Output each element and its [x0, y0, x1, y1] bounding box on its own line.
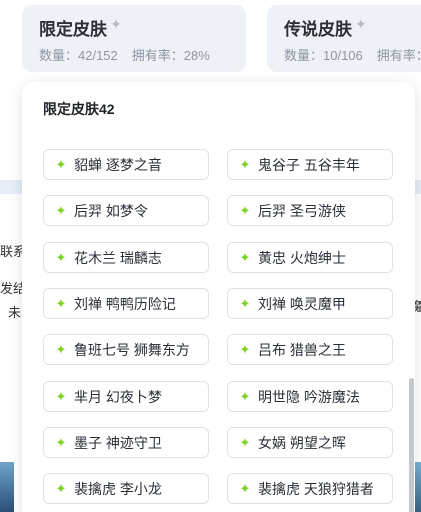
skin-name: 女娲 朔望之晖 — [258, 434, 346, 451]
popup-title: 限定皮肤42 — [43, 99, 115, 119]
star-icon: ✦ — [55, 389, 67, 404]
skin-name: 刘禅 唤灵魔甲 — [258, 295, 346, 312]
skin-item[interactable]: ✦ 芈月 幻夜卜梦 — [43, 381, 209, 412]
skin-item[interactable]: ✦ 花木兰 瑞麟志 — [43, 242, 209, 273]
skin-name: 鲁班七号 狮舞东方 — [74, 341, 190, 358]
count-label: 数量：10/106 — [284, 48, 363, 63]
popup-title-text: 限定皮肤 — [43, 101, 99, 117]
skin-name: 吕布 猎兽之王 — [258, 341, 346, 358]
star-icon: ✦ — [239, 481, 251, 496]
background-image — [0, 462, 14, 512]
skin-item[interactable]: ✦ 明世隐 吟游魔法 — [227, 381, 393, 412]
star-icon: ✦ — [55, 203, 67, 218]
skin-name: 明世隐 吟游魔法 — [258, 388, 360, 405]
star-icon: ✦ — [55, 157, 67, 172]
skin-name: 刘禅 鸭鸭历险记 — [74, 295, 176, 312]
star-icon: ✦ — [239, 296, 251, 311]
skin-item[interactable]: ✦ 后羿 如梦令 — [43, 195, 209, 226]
count-label: 数量：42/152 — [39, 48, 118, 63]
skin-name: 后羿 圣弓游侠 — [258, 202, 346, 219]
sparkle-icon: ✦ — [110, 16, 122, 32]
card-stats: 数量：42/152 拥有率：28% — [39, 45, 210, 64]
star-icon: ✦ — [239, 203, 251, 218]
rate-label: 拥有率：28% — [131, 48, 210, 63]
star-icon: ✦ — [55, 296, 67, 311]
skin-item[interactable]: ✦ 黄忠 火炮绅士 — [227, 242, 393, 273]
skin-name: 鬼谷子 五谷丰年 — [258, 156, 360, 173]
skin-item[interactable]: ✦ 刘禅 鸭鸭历险记 — [43, 288, 209, 319]
skin-name: 裴擒虎 天狼狩猎者 — [258, 480, 374, 497]
skin-item[interactable]: ✦ 吕布 猎兽之王 — [227, 334, 393, 365]
star-icon: ✦ — [239, 157, 251, 172]
skin-name: 黄忠 火炮绅士 — [258, 249, 346, 266]
skin-name: 裴擒虎 李小龙 — [74, 480, 162, 497]
popup-count: 42 — [99, 101, 115, 117]
skin-item[interactable]: ✦ 裴擒虎 李小龙 — [43, 473, 209, 504]
skin-item[interactable]: ✦ 鲁班七号 狮舞东方 — [43, 334, 209, 365]
skin-item[interactable]: ✦ 貂蝉 逐梦之音 — [43, 149, 209, 180]
background-text: 未 — [8, 305, 22, 320]
star-icon: ✦ — [239, 342, 251, 357]
rate-label: 拥有率： — [376, 48, 421, 63]
star-icon: ✦ — [239, 389, 251, 404]
skin-name: 花木兰 瑞麟志 — [74, 249, 162, 266]
skin-item[interactable]: ✦ 裴擒虎 天狼狩猎者 — [227, 473, 393, 504]
star-icon: ✦ — [55, 435, 67, 450]
star-icon: ✦ — [55, 481, 67, 496]
card-stats: 数量：10/106 拥有率： — [284, 45, 421, 64]
star-icon: ✦ — [55, 250, 67, 265]
star-icon: ✦ — [239, 435, 251, 450]
limited-skins-card[interactable]: 限定皮肤 ✦ 数量：42/152 拥有率：28% — [22, 5, 246, 72]
skin-item[interactable]: ✦ 墨子 神迹守卫 — [43, 427, 209, 458]
skin-item[interactable]: ✦ 刘禅 唤灵魔甲 — [227, 288, 393, 319]
skin-name: 貂蝉 逐梦之音 — [74, 156, 162, 173]
skin-item[interactable]: ✦ 女娲 朔望之晖 — [227, 427, 393, 458]
scrollbar[interactable] — [409, 378, 414, 512]
skin-item[interactable]: ✦ 后羿 圣弓游侠 — [227, 195, 393, 226]
skin-name: 后羿 如梦令 — [74, 202, 148, 219]
skin-list-popup: 限定皮肤42 ✦ 貂蝉 逐梦之音 ✦ 鬼谷子 五谷丰年 ✦ 后羿 如梦令 ✦ 后羿 圣弓游侠 ✦… — [22, 82, 415, 512]
skin-item[interactable]: ✦ 鬼谷子 五谷丰年 — [227, 149, 393, 180]
skin-name: 芈月 幻夜卜梦 — [74, 388, 162, 405]
sparkle-icon: ✦ — [355, 16, 367, 32]
star-icon: ✦ — [239, 250, 251, 265]
card-title: 限定皮肤 — [39, 20, 107, 39]
star-icon: ✦ — [55, 342, 67, 357]
legendary-skins-card[interactable]: 传说皮肤 ✦ 数量：10/106 拥有率： — [267, 5, 421, 72]
skin-name: 墨子 神迹守卫 — [74, 434, 162, 451]
card-title: 传说皮肤 — [284, 20, 352, 39]
